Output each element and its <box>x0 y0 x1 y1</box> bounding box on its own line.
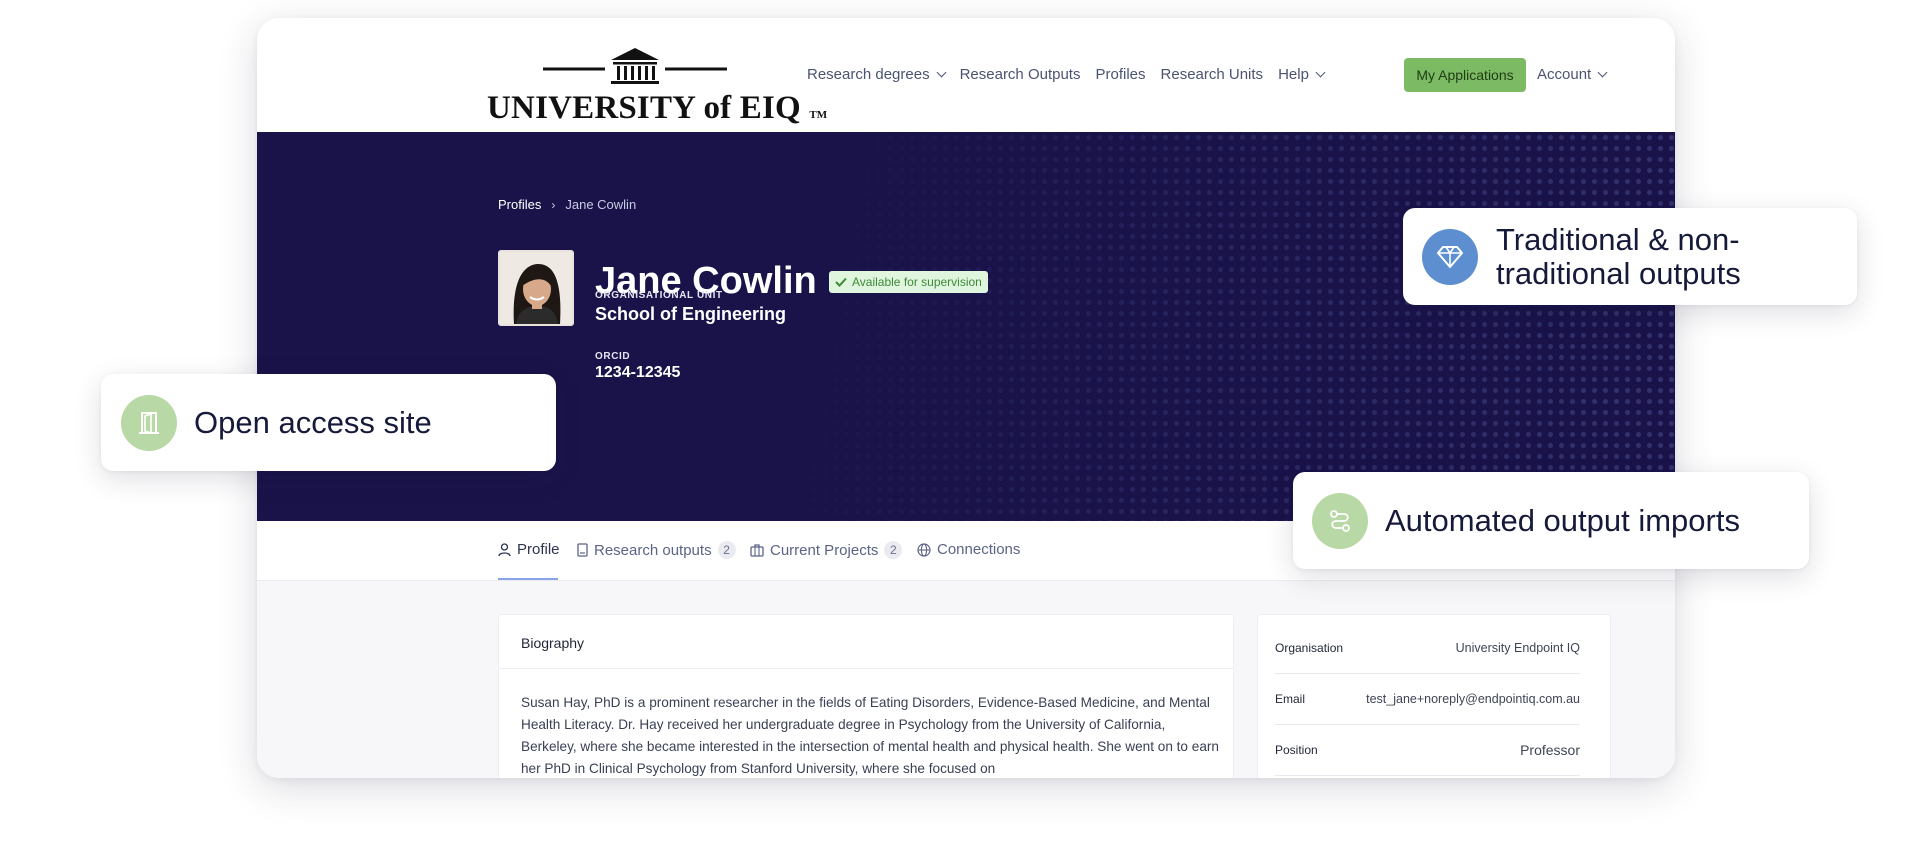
biography-card: Biography Susan Hay, PhD is a prominent … <box>498 614 1234 778</box>
logo-trademark: TM <box>809 109 828 121</box>
site-header: UNIVERSITY of EIQ TM Research degrees Re… <box>257 18 1675 132</box>
breadcrumb: Profiles › Jane Cowlin <box>498 197 636 212</box>
document-icon <box>577 543 588 557</box>
my-applications-button[interactable]: My Applications <box>1404 58 1526 92</box>
avatar <box>498 250 574 326</box>
breadcrumb-current: Jane Cowlin <box>565 197 637 212</box>
detail-key: Email <box>1275 692 1306 706</box>
globe-icon <box>917 542 931 557</box>
nav-research-units[interactable]: Research Units <box>1161 66 1264 83</box>
nav-label: Help <box>1278 66 1309 83</box>
nav-label: Research degrees <box>807 66 930 83</box>
tab-count-badge: 2 <box>717 541 736 559</box>
callout-text: Open access site <box>194 404 432 440</box>
details-card: Organisation University Endpoint IQ Emai… <box>1257 614 1611 778</box>
tab-current-projects[interactable]: Current Projects 2 <box>750 541 903 559</box>
tab-label: Research outputs <box>594 541 712 559</box>
tab-research-outputs[interactable]: Research outputs 2 <box>577 541 736 559</box>
chevron-down-icon <box>936 67 947 78</box>
marketing-stage: UNIVERSITY of EIQ TM Research degrees Re… <box>0 0 1920 866</box>
detail-row-position: Position Professor <box>1275 725 1580 776</box>
tab-count-badge: 2 <box>884 541 903 559</box>
briefcase-icon <box>750 543 764 557</box>
nav-label: Profiles <box>1095 66 1146 83</box>
callout-text: Automated output imports <box>1385 502 1740 538</box>
path-icon <box>1312 492 1368 549</box>
callout-open-access: Open access site <box>101 374 556 471</box>
detail-value: University Endpoint IQ <box>1455 641 1580 655</box>
building-icon <box>543 48 727 84</box>
halftone-pattern <box>775 132 1675 521</box>
diamond-icon <box>1422 228 1478 285</box>
tab-profile[interactable]: Profile <box>498 541 560 558</box>
breadcrumb-profiles[interactable]: Profiles <box>498 197 541 212</box>
biography-text: Susan Hay, PhD is a prominent researcher… <box>521 695 1219 776</box>
biography-title: Biography <box>521 635 585 651</box>
account-menu[interactable]: Account <box>1537 66 1608 83</box>
person-icon <box>498 542 511 556</box>
tab-label: Profile <box>517 541 560 558</box>
university-logo[interactable]: UNIVERSITY of EIQ TM <box>487 28 827 132</box>
callout-imports: Automated output imports <box>1293 472 1809 569</box>
tab-label: Current Projects <box>770 541 879 559</box>
nav-help[interactable]: Help <box>1278 66 1326 83</box>
supervision-badge: Available for supervision <box>829 271 988 293</box>
nav-label: Research Outputs <box>959 66 1081 83</box>
detail-value: Professor <box>1520 742 1580 758</box>
logo-wordmark: UNIVERSITY of EIQ TM <box>487 90 827 127</box>
callout-outputs: Traditional & non-traditional outputs <box>1403 208 1857 305</box>
orcid-value: 1234-12345 <box>595 364 681 381</box>
door-icon <box>121 394 177 451</box>
detail-row-organisation: Organisation University Endpoint IQ <box>1275 623 1580 674</box>
active-tab-indicator <box>498 578 558 580</box>
account-label: Account <box>1537 66 1592 83</box>
main-nav: Research degrees Research Outputs Profil… <box>807 66 1326 83</box>
nav-research-degrees[interactable]: Research degrees <box>807 66 947 83</box>
nav-label: Research Units <box>1160 66 1264 83</box>
callout-text: Traditional & non-traditional outputs <box>1496 221 1741 291</box>
logo-name: UNIVERSITY of EIQ <box>487 90 801 126</box>
orcid-label: ORCID <box>595 351 631 362</box>
detail-key: Position <box>1275 743 1318 757</box>
nav-profiles[interactable]: Profiles <box>1095 66 1145 83</box>
nav-research-outputs[interactable]: Research Outputs <box>960 66 1081 83</box>
org-unit-label: ORGANISATIONAL UNIT <box>595 290 723 301</box>
email-link[interactable]: test_jane+noreply@endpointiq.com.au <box>1366 692 1580 706</box>
chevron-down-icon <box>1597 67 1608 78</box>
detail-row-email: Email test_jane+noreply@endpointiq.com.a… <box>1275 674 1580 725</box>
org-unit-value: School of Engineering <box>595 304 787 324</box>
chevron-right-icon: › <box>551 197 556 212</box>
tab-connections[interactable]: Connections <box>917 541 1020 558</box>
tab-label: Connections <box>937 541 1021 558</box>
badge-label: Available for supervision <box>852 275 982 289</box>
chevron-down-icon <box>1315 67 1326 78</box>
detail-key: Organisation <box>1275 641 1344 655</box>
check-icon <box>835 277 847 287</box>
profile-content: Biography Susan Hay, PhD is a prominent … <box>257 581 1675 778</box>
divider <box>499 668 1233 669</box>
profile-photo <box>500 252 572 324</box>
